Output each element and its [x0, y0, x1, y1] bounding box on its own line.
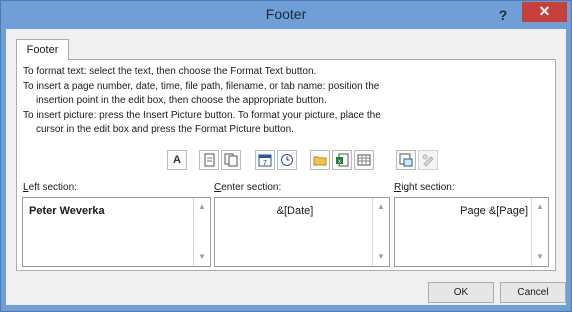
left-section-value: Peter Weverka [29, 205, 105, 217]
scroll-down-icon[interactable]: ▼ [373, 250, 389, 264]
dialog-body: Footer To format text: select the text, … [6, 29, 566, 305]
right-section-label: Right section: [394, 182, 455, 193]
format-text-icon: A [173, 154, 181, 166]
ok-button[interactable]: OK [428, 282, 494, 303]
scroll-up-icon[interactable]: ▲ [194, 200, 210, 214]
left-section-input[interactable]: Peter Weverka ▲ ▼ [22, 197, 211, 267]
left-section-scrollbar[interactable]: ▲ ▼ [193, 198, 210, 266]
insert-date-button[interactable]: 7 [255, 150, 275, 170]
instruction-line: To format text: select the text, then ch… [23, 66, 317, 77]
insert-file-name-button[interactable]: x [332, 150, 352, 170]
instruction-line: To insert a page number, date, time, fil… [23, 80, 380, 92]
scroll-up-icon[interactable]: ▲ [532, 200, 548, 214]
scroll-down-icon[interactable]: ▼ [194, 250, 210, 264]
close-button[interactable]: ✕ [522, 2, 567, 22]
scroll-up-icon[interactable]: ▲ [373, 200, 389, 214]
folder-icon [313, 156, 327, 166]
right-section-scrollbar[interactable]: ▲ ▼ [531, 198, 548, 266]
format-picture-icon [422, 154, 434, 167]
calendar-icon: 7 [258, 154, 272, 167]
insert-picture-button[interactable] [396, 150, 416, 170]
scroll-down-icon[interactable]: ▼ [532, 250, 548, 264]
dialog-title: Footer [265, 6, 307, 22]
tab-footer[interactable]: Footer [16, 39, 69, 60]
insert-page-number-button[interactable] [199, 150, 219, 170]
number-of-pages-icon [224, 153, 238, 167]
picture-icon [399, 153, 413, 167]
right-section-input[interactable]: Page &[Page] ▲ ▼ [394, 197, 549, 267]
format-picture-button[interactable] [418, 150, 438, 170]
clock-icon [281, 154, 293, 166]
svg-text:7: 7 [263, 160, 267, 167]
footer-panel: To format text: select the text, then ch… [16, 59, 556, 271]
sheet-grid-icon [357, 154, 371, 166]
svg-text:x: x [338, 159, 341, 165]
instruction-line: insertion point in the edit box, then ch… [36, 95, 327, 106]
insert-sheet-name-button[interactable] [354, 150, 374, 170]
right-section-value: Page &[Page] [460, 205, 528, 217]
format-text-button[interactable]: A [167, 150, 187, 170]
center-section-input[interactable]: &[Date] ▲ ▼ [214, 197, 390, 267]
insert-number-of-pages-button[interactable] [221, 150, 241, 170]
instruction-line: To insert picture: press the Insert Pict… [23, 109, 381, 121]
excel-file-icon: x [336, 153, 349, 167]
footer-dialog: Footer ? ✕ Footer To format text: select… [0, 0, 572, 312]
center-section-value: &[Date] [276, 205, 314, 217]
instruction-line: cursor in the edit box and press the For… [36, 124, 294, 135]
insert-file-path-button[interactable] [310, 150, 330, 170]
header-footer-toolbar: A 7 x [17, 150, 555, 172]
center-section-label: Center section: [214, 182, 282, 193]
insert-time-button[interactable] [277, 150, 297, 170]
help-button[interactable]: ? [492, 5, 514, 25]
page-number-icon [204, 153, 215, 167]
cancel-button[interactable]: Cancel [500, 282, 566, 303]
title-bar[interactable]: Footer ? ✕ [1, 1, 571, 29]
left-section-label: Left section: [23, 182, 77, 193]
instructions-text: To format text: select the text, then ch… [23, 65, 543, 138]
center-section-scrollbar[interactable]: ▲ ▼ [372, 198, 389, 266]
